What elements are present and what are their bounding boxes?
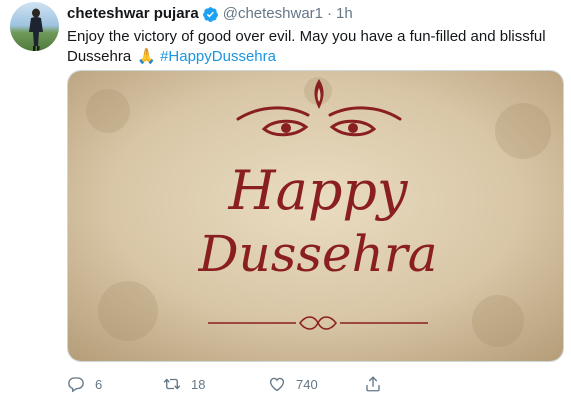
- timestamp[interactable]: 1h: [336, 4, 353, 24]
- reply-button[interactable]: 6: [67, 372, 102, 396]
- handle[interactable]: @cheteshwar1: [223, 4, 323, 24]
- tweet-text: Enjoy the victory of good over evil. May…: [67, 27, 557, 67]
- heart-icon: [269, 377, 285, 392]
- tweet[interactable]: cheteshwar pujara @cheteshwar1 · 1h Enjo…: [0, 0, 571, 402]
- tweet-header: cheteshwar pujara @cheteshwar1 · 1h: [67, 4, 353, 24]
- separator-dot: ·: [327, 5, 332, 22]
- retweet-count: 18: [191, 376, 206, 392]
- greeting-line-1: Happy: [228, 159, 409, 222]
- dussehra-greeting-graphic: Happy Dussehra: [68, 71, 563, 361]
- greeting-line-2: Dussehra: [197, 225, 437, 283]
- reply-icon: [68, 377, 84, 393]
- share-icon: [366, 376, 380, 392]
- hashtag-link[interactable]: #HappyDussehra: [160, 48, 276, 65]
- like-button[interactable]: 740: [268, 372, 318, 396]
- folded-hands-emoji: 🙏: [137, 48, 157, 65]
- tweet-image[interactable]: Happy Dussehra: [67, 70, 564, 362]
- share-button[interactable]: [364, 372, 392, 396]
- reply-count: 6: [95, 376, 103, 392]
- retweet-button[interactable]: 18: [163, 372, 205, 396]
- tweet-actions: 6 18 740: [67, 372, 562, 396]
- avatar[interactable]: [10, 2, 59, 51]
- retweet-icon: [163, 378, 181, 390]
- display-name[interactable]: cheteshwar pujara: [67, 4, 199, 24]
- like-count: 740: [296, 376, 318, 392]
- verified-badge-icon: [202, 6, 219, 23]
